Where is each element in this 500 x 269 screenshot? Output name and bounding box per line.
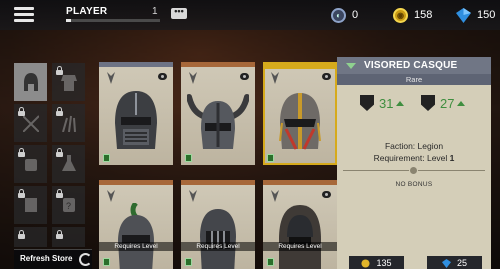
knight-faction-icon: [189, 72, 197, 84]
chevron-down-icon: [346, 62, 356, 69]
potion-icon: [62, 155, 76, 171]
player-level: 1: [152, 6, 158, 17]
defense-stat: 27: [421, 95, 466, 111]
increase-arrow-icon: [396, 100, 405, 106]
chat-button[interactable]: •••: [171, 7, 187, 19]
item-card-horned-helm[interactable]: [181, 62, 255, 165]
steel-icon: ◐: [331, 7, 346, 23]
gem-icon: [441, 258, 451, 268]
hooded-helm-image: [279, 205, 321, 269]
knight-faction-icon: [107, 72, 115, 84]
faction-badge: [267, 154, 274, 162]
gem-price: 25: [456, 258, 467, 268]
item-title-bar: VISORED CASQUE: [337, 57, 491, 74]
knight-faction-icon: [271, 72, 279, 84]
defense-shield-icon: [421, 95, 435, 111]
info-icon[interactable]: [409, 166, 418, 175]
knight-faction-icon: [271, 190, 279, 202]
arms-icon: [23, 115, 39, 132]
coin-amount: 158: [414, 9, 433, 21]
faction-badge: [103, 258, 110, 266]
attack-stat: 31: [360, 95, 405, 111]
coin-icon: [361, 258, 371, 268]
top-bar: PLAYER 1 ••• ◐ 0 ◉ 158 150: [0, 0, 500, 30]
category-ornament[interactable]: [52, 227, 85, 247]
banner-icon: [25, 198, 37, 212]
buy-with-gems-button[interactable]: 25: [427, 256, 482, 269]
category-pommel[interactable]: [52, 145, 85, 183]
category-armor[interactable]: [52, 63, 85, 101]
knight-faction-icon: [107, 190, 115, 202]
item-title: VISORED CASQUE: [364, 60, 458, 71]
refresh-icon[interactable]: [79, 253, 92, 266]
xp-progress-fill: [66, 19, 71, 22]
knight-helm-image: [115, 91, 157, 149]
coin-currency[interactable]: ◉ 158: [393, 7, 432, 23]
player-name[interactable]: PLAYER: [66, 6, 107, 17]
increase-arrow-icon: [457, 100, 466, 106]
coin-price: 135: [376, 258, 392, 268]
steel-amount: 0: [352, 9, 359, 21]
weapon-icon: [62, 115, 76, 132]
gauntlet-icon: [25, 159, 37, 171]
requirement-line: Requirement: Level 1: [337, 153, 491, 163]
category-banner[interactable]: [14, 186, 47, 224]
requires-level-label: Requires Level: [181, 242, 255, 251]
buy-with-coins-button[interactable]: 135: [349, 256, 404, 269]
preview-icon[interactable]: [158, 73, 167, 80]
steel-currency[interactable]: ◐ 0: [331, 7, 358, 23]
plumed-helm-image: [118, 203, 154, 269]
item-rarity: Rare: [337, 74, 491, 85]
item-card-knight-helm[interactable]: [99, 62, 173, 165]
category-helmet[interactable]: [14, 63, 47, 101]
faction-badge: [267, 258, 274, 266]
category-weapon[interactable]: [52, 104, 85, 142]
attack-value: 31: [379, 95, 394, 111]
requires-level-label: Requires Level: [99, 242, 173, 251]
category-emote[interactable]: ?: [52, 186, 85, 224]
item-card-visored-casque[interactable]: [263, 62, 337, 165]
lock-icon: [18, 230, 25, 241]
item-card-plumed-helm[interactable]: Requires Level: [99, 180, 173, 269]
armor-icon: [61, 75, 77, 91]
gem-icon: [456, 7, 471, 23]
helmet-icon: [24, 73, 38, 91]
lock-icon: [56, 230, 63, 241]
requirement-label: Requirement: Level: [373, 153, 450, 163]
attack-shield-icon: [360, 95, 374, 111]
gem-currency[interactable]: 150: [456, 7, 495, 23]
requirement-level: 1: [449, 153, 455, 163]
item-card-barred-helm[interactable]: Requires Level: [181, 180, 255, 269]
category-gauntlet[interactable]: [14, 145, 47, 183]
refresh-store-label: Refresh Store: [20, 254, 73, 263]
barred-helm-image: [200, 209, 236, 269]
bonus-label: NO BONUS: [395, 181, 433, 188]
preview-icon[interactable]: [240, 73, 249, 80]
faction-line: Faction: Legion: [384, 141, 444, 151]
faction-badge: [103, 154, 110, 162]
preview-icon[interactable]: [322, 191, 331, 198]
item-detail-panel: VISORED CASQUE Rare 31 27 Faction: Legio…: [337, 57, 491, 269]
horned-helm-image: [187, 94, 249, 149]
coin-icon: ◉: [393, 7, 408, 23]
category-effects[interactable]: [14, 227, 47, 247]
faction-badge: [185, 154, 192, 162]
defense-value: 27: [440, 95, 455, 111]
category-arms[interactable]: [14, 104, 47, 142]
preview-icon[interactable]: [322, 73, 331, 80]
emote-icon: ?: [63, 198, 75, 212]
item-card-hooded-helm[interactable]: Requires Level: [263, 180, 337, 269]
xp-progress-bar: [66, 19, 160, 22]
knight-faction-icon: [189, 190, 197, 202]
hamburger-icon[interactable]: [14, 7, 34, 22]
faction-badge: [185, 258, 192, 266]
svg-text:?: ?: [66, 201, 71, 211]
visored-casque-image: [279, 93, 321, 150]
gem-amount: 150: [477, 9, 496, 21]
requires-level-label: Requires Level: [263, 242, 337, 251]
